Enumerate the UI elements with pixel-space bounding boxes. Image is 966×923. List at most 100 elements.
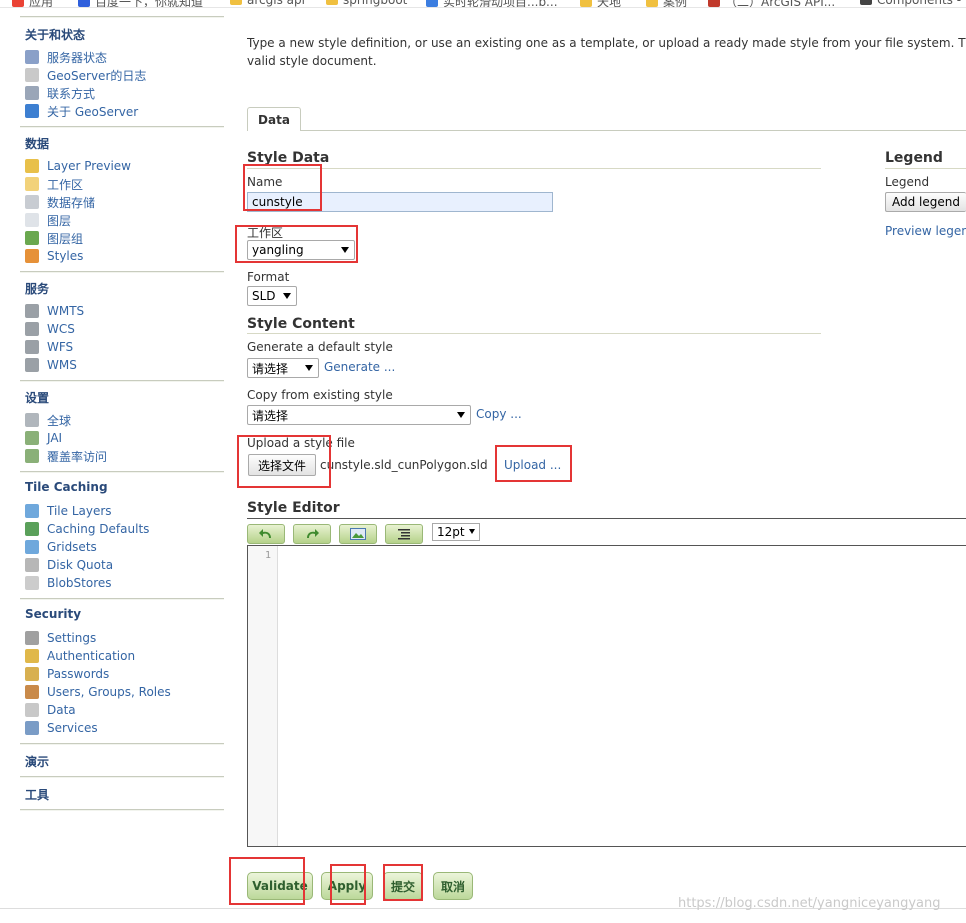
sidebar-item[interactable]: 关于 GeoServer [25, 102, 138, 120]
preview-legend-link[interactable]: Preview legend [885, 224, 966, 238]
highlight-submit [383, 864, 423, 901]
bookmark-item[interactable]: Components - [860, 0, 961, 7]
sidebar-item[interactable]: Data [25, 701, 76, 719]
highlight-upload-link [495, 445, 572, 482]
tile-layers-icon [25, 504, 39, 518]
sidebar-item-label: WCS [47, 322, 75, 336]
bookmark-label: arcgis api [247, 0, 305, 7]
sidebar-item[interactable]: 覆盖率访问 [25, 447, 107, 465]
sidebar-divider [20, 380, 224, 382]
sidebar-divider [20, 126, 224, 128]
sidebar-item[interactable]: Settings [25, 629, 96, 647]
bookmark-label: （二）ArcGIS API... [725, 0, 836, 8]
redo-button[interactable] [293, 524, 331, 544]
sidebar-item-label: 图层组 [47, 231, 84, 246]
folder-icon [25, 177, 39, 191]
coverage-icon [25, 449, 39, 463]
sidebar-item[interactable]: 全球 [25, 411, 71, 429]
sidebar-section-title[interactable]: Security [25, 607, 81, 621]
bookmark-item[interactable]: 应用 [12, 0, 53, 7]
sidebar-item[interactable]: Layer Preview [25, 157, 131, 175]
editor-gutter: 1 [248, 546, 278, 846]
sidebar-section-title[interactable]: 演示 [25, 753, 49, 770]
sidebar-item[interactable]: Styles [25, 247, 83, 265]
server-status-icon [25, 50, 39, 64]
sidebar-item[interactable]: WFS [25, 338, 73, 356]
format-select[interactable]: SLD [247, 286, 297, 306]
highlight-name [243, 164, 322, 211]
sidebar-item[interactable]: WCS [25, 320, 75, 338]
sidebar-item[interactable]: Disk Quota [25, 556, 113, 574]
generate-link[interactable]: Generate ... [324, 360, 395, 374]
sidebar-item[interactable]: JAI [25, 429, 62, 447]
bookmark-item[interactable]: 实时轮滑动项目...b... [426, 0, 558, 7]
sidebar-item[interactable]: Authentication [25, 647, 135, 665]
sidebar-item[interactable]: 图层 [25, 211, 71, 229]
image-icon [350, 528, 366, 540]
sidebar-item-label: WFS [47, 340, 74, 354]
sidebar-item[interactable]: GeoServer的日志 [25, 66, 146, 84]
bookmark-item[interactable]: （二）ArcGIS API... [708, 0, 836, 8]
font-size-select[interactable]: 12pt [432, 523, 480, 541]
sidebar-item[interactable]: WMTS [25, 302, 84, 320]
sidebar-section-title[interactable]: 服务 [25, 280, 49, 297]
folder-icon [646, 0, 658, 7]
dropdown-arrow-icon [283, 293, 291, 299]
selected-file-name: cunstyle.sld_cunPolygon.sld [320, 458, 488, 472]
bookmark-item[interactable]: 百度一下，你就知道 [78, 0, 203, 7]
sidebar-section-title[interactable]: 关于和状态 [25, 26, 85, 43]
sidebar-divider [20, 809, 224, 811]
insert-image-button[interactable] [339, 524, 377, 544]
layergroup-icon [25, 231, 39, 245]
generate-select[interactable]: 请选择 [247, 358, 319, 378]
sidebar-divider [20, 471, 224, 473]
sidebar-item[interactable]: BlobStores [25, 574, 112, 592]
globe-icon [25, 522, 39, 536]
sidebar-item-label: Authentication [47, 649, 136, 663]
bookmark-item[interactable]: 案例 [646, 0, 687, 7]
tab-data[interactable]: Data [247, 107, 301, 131]
style-editor[interactable]: 1 [247, 545, 966, 847]
bookmark-item[interactable]: arcgis api [230, 0, 305, 7]
database-icon [25, 195, 39, 209]
dropdown-arrow-icon [469, 529, 475, 534]
sidebar-item-label: 覆盖率访问 [47, 449, 108, 464]
styles-icon [25, 249, 39, 263]
copy-link[interactable]: Copy ... [476, 407, 522, 421]
sidebar-item-label: Styles [47, 249, 84, 263]
baidu-icon [78, 0, 90, 7]
sidebar-section-title[interactable]: 工具 [25, 786, 49, 803]
cancel-button[interactable]: 取消 [433, 872, 473, 900]
sidebar-item[interactable]: 图层组 [25, 229, 83, 247]
bookmark-label: Components - [877, 0, 962, 7]
add-legend-button[interactable]: Add legend [885, 192, 966, 212]
highlight-upload-file [237, 435, 331, 488]
format-select-value: SLD [252, 289, 276, 303]
undo-button[interactable] [247, 524, 285, 544]
sidebar-item-label: Tile Layers [47, 504, 112, 518]
sidebar-item[interactable]: 工作区 [25, 175, 83, 193]
sidebar-item[interactable]: Caching Defaults [25, 520, 149, 538]
wmts-icon [25, 304, 39, 318]
bookmark-item[interactable]: springboot [326, 0, 407, 7]
sidebar-section-title[interactable]: 数据 [25, 135, 49, 152]
sidebar-section-title[interactable]: 设置 [25, 389, 49, 406]
copy-style-select[interactable]: 请选择 [247, 405, 471, 425]
format-button[interactable] [385, 524, 423, 544]
sidebar-item[interactable]: Gridsets [25, 538, 97, 556]
bookmark-item[interactable]: 天地 [580, 0, 621, 7]
folder-icon [326, 0, 338, 5]
sidebar-item[interactable]: 服务器状态 [25, 48, 107, 66]
style-data-rule [247, 168, 821, 169]
sidebar-item[interactable]: 联系方式 [25, 84, 95, 102]
blobstore-icon [25, 576, 39, 590]
sidebar-item[interactable]: Tile Layers [25, 502, 112, 520]
sidebar-item[interactable]: 数据存储 [25, 193, 95, 211]
sidebar-item[interactable]: Services [25, 719, 98, 737]
sidebar-item[interactable]: WMS [25, 356, 77, 374]
sidebar-item[interactable]: Users, Groups, Roles [25, 683, 171, 701]
watermark: https://blog.csdn.net/yangniceyangyang [678, 896, 941, 911]
sidebar-item[interactable]: Passwords [25, 665, 109, 683]
sidebar-item-label: 全球 [47, 413, 72, 428]
sidebar-section-title[interactable]: Tile Caching [25, 480, 108, 494]
